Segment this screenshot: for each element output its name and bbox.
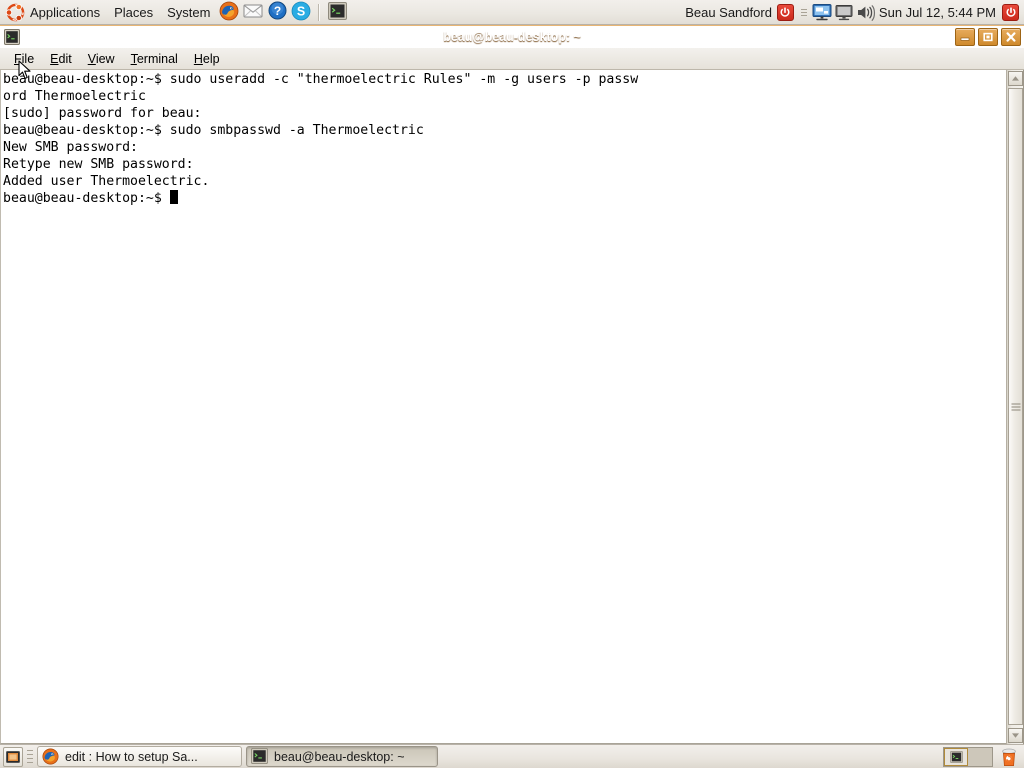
terminal-cursor: [169, 190, 178, 204]
scrollbar-thumb[interactable]: [1008, 88, 1023, 725]
close-button[interactable]: [1001, 28, 1021, 46]
menu-edit[interactable]: Edit: [42, 50, 80, 68]
scrollbar-up-arrow-icon[interactable]: [1008, 71, 1023, 86]
volume-speaker-icon[interactable]: [855, 0, 877, 25]
places-menu-label: Places: [114, 4, 154, 20]
ubuntu-logo-icon: [6, 3, 25, 22]
terminal-scrollbar[interactable]: [1006, 70, 1024, 744]
bottom-panel: edit : How to setup Sa... beau@beau-desk…: [0, 744, 1024, 768]
terminal-launcher[interactable]: [325, 0, 349, 25]
system-menu-label: System: [167, 4, 211, 20]
svg-text:?: ?: [274, 4, 281, 18]
scrollbar-down-arrow-icon[interactable]: [1008, 728, 1023, 743]
taskbar-item-terminal-label: beau@beau-desktop: ~: [274, 749, 405, 764]
top-panel-right: Beau Sandford Sun Jul 12, 5:44 PM: [685, 0, 1024, 25]
applications-menu-label: Applications: [30, 4, 101, 20]
session-indicator-icon[interactable]: [776, 3, 794, 21]
tray-grip-handle[interactable]: [800, 5, 807, 19]
network-monitor-icon[interactable]: [811, 0, 833, 25]
scrollbar-grip-icon: [1011, 403, 1020, 410]
firefox-icon: [219, 1, 239, 24]
terminal-icon: [251, 748, 268, 765]
terminal-text: beau@beau-desktop:~$ sudo useradd -c "th…: [3, 71, 1003, 207]
window-title: beau@beau-desktop: ~: [443, 30, 581, 44]
maximize-button[interactable]: [978, 28, 998, 46]
taskbar-item-firefox[interactable]: edit : How to setup Sa...: [37, 746, 242, 767]
terminal-text-content: beau@beau-desktop:~$ sudo useradd -c "th…: [3, 72, 639, 206]
mail-envelope-icon: [243, 3, 263, 22]
show-desktop-button[interactable]: [3, 746, 23, 767]
taskbar-item-firefox-label: edit : How to setup Sa...: [65, 749, 198, 764]
taskbar-item-terminal[interactable]: beau@beau-desktop: ~: [246, 746, 438, 767]
top-panel: Applications Places System ? S Beau Sand…: [0, 0, 1024, 25]
places-menu[interactable]: Places: [107, 0, 160, 25]
menu-help[interactable]: Help: [186, 50, 228, 68]
tasklist-grip-handle[interactable]: [27, 749, 33, 765]
help-question-icon: ?: [268, 1, 287, 23]
workspace-terminal-icon: [949, 750, 963, 763]
show-desktop-icon: [6, 750, 20, 763]
clock[interactable]: Sun Jul 12, 5:44 PM: [877, 5, 1002, 20]
help-launcher[interactable]: ?: [265, 0, 289, 25]
menu-view[interactable]: View: [80, 50, 123, 68]
trash-icon: [1002, 748, 1016, 766]
window-titlebar[interactable]: beau@beau-desktop: ~: [0, 25, 1024, 48]
terminal-output-area[interactable]: beau@beau-desktop:~$ sudo useradd -c "th…: [0, 70, 1024, 744]
skype-icon: S: [291, 1, 311, 24]
system-menu[interactable]: System: [160, 0, 217, 25]
applications-menu[interactable]: Applications: [0, 0, 107, 25]
terminal-window: beau@beau-desktop: ~ File Edit View Term…: [0, 25, 1024, 744]
display-monitor-icon[interactable]: [833, 0, 855, 25]
panel-separator: [318, 3, 321, 21]
firefox-icon: [42, 748, 59, 765]
terminal-icon: [327, 1, 347, 23]
menu-file[interactable]: File: [6, 50, 42, 68]
minimize-button[interactable]: [955, 28, 975, 46]
evolution-mail-launcher[interactable]: [241, 0, 265, 25]
svg-text:S: S: [297, 4, 305, 18]
firefox-launcher[interactable]: [217, 0, 241, 25]
menu-terminal[interactable]: Terminal: [123, 50, 186, 68]
window-terminal-icon[interactable]: [4, 29, 20, 45]
workspace-switcher[interactable]: [943, 746, 993, 767]
shutdown-button-icon[interactable]: [1002, 3, 1019, 21]
trash-applet[interactable]: [998, 746, 1020, 768]
terminal-menubar: File Edit View Terminal Help: [0, 48, 1024, 70]
window-controls: [955, 28, 1021, 46]
workspace-2[interactable]: [968, 747, 992, 766]
workspace-1[interactable]: [944, 747, 968, 766]
user-name-label[interactable]: Beau Sandford: [685, 5, 777, 20]
skype-launcher[interactable]: S: [289, 0, 313, 25]
